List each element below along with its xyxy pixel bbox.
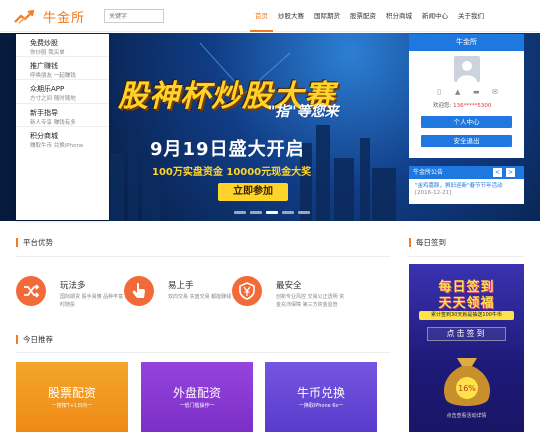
divider: [16, 256, 390, 257]
card-subtitle: 一低门槛操作一: [179, 403, 215, 409]
menu-item-desc: 方寸之间 随时随地: [30, 96, 76, 103]
advantage-title: 玩法多: [60, 281, 86, 291]
banner-prize: 100万实盘资金 10000元现金大奖: [152, 167, 312, 178]
main-nav: 首页 炒股大赛 国际期货 股票配资 积分商城 新闻中心 关于我们: [250, 0, 489, 32]
notice-text: "金鸡嘉豚，狮旧迎新"春节节年活动: [415, 183, 503, 189]
hand-pointer-icon: [124, 276, 154, 306]
notice-title: 牛金所公告: [413, 169, 444, 176]
card-title: 股票配资: [47, 386, 96, 400]
menu-item-title: 积分商城: [30, 131, 58, 140]
phone-label: 欢迎您:: [433, 103, 452, 109]
banner-subtitle: "指"等您来: [268, 104, 339, 120]
user-verify-icon[interactable]: ▲: [454, 88, 462, 96]
notice-next-button[interactable]: >: [506, 168, 515, 177]
logo-text: 牛金所: [43, 10, 86, 26]
nav-news[interactable]: 新闻中心: [417, 0, 453, 32]
card-coin-exchange[interactable]: 牛币兑换 一换取iPhone 6s一: [265, 362, 377, 432]
money-bag-icon: 16%: [443, 358, 491, 406]
shield-yen-icon: [232, 276, 262, 306]
nav-about[interactable]: 关于我们: [453, 0, 489, 32]
shuffle-icon: [16, 276, 46, 306]
banner-date: 9月19日盛大开启: [150, 139, 305, 160]
menu-item-desc: 你炒股 我买单: [30, 50, 65, 56]
nav-futures[interactable]: 国际期货: [309, 0, 345, 32]
user-icon: [457, 61, 477, 82]
advantage-desc: 创新专业风控 交易公正透明 资金充沛保障 第三方资金监管: [276, 294, 345, 308]
advantage-item: 最安全 创新专业风控 交易公正透明 资金充沛保障 第三方资金监管: [232, 276, 344, 316]
menu-item-title: 新手指导: [30, 108, 58, 117]
carousel-dot[interactable]: [250, 211, 262, 214]
card-subtitle: 一换取iPhone 6s一: [298, 403, 344, 409]
advantage-item: 玩法多 国际期货 股手易懂 品种丰富 随时随投: [16, 276, 130, 316]
notice-date: [2016-12-21]: [415, 190, 452, 196]
advantage-desc: 国际期货 股手易懂 品种丰富 随时随投: [60, 294, 130, 308]
card-foreign-margin[interactable]: 外盘配资 一低门槛操作一: [141, 362, 253, 432]
menu-item-title: 推广赚钱: [30, 62, 58, 71]
card-title: 外盘配资: [172, 386, 221, 400]
advantage-item: 易上手 双向交易 实盘交易 都能赚钱: [124, 276, 234, 316]
daily-sign-banner[interactable]: 每日签到 天天领福 累计签到30天就是抽送100牛币 点击签到 16% 点击查看…: [409, 264, 524, 432]
notice-box: 牛金所公告 < > "金鸡嘉豚，狮旧迎新"春节节年活动[2016-12-21]: [409, 166, 524, 204]
avatar: [454, 56, 480, 82]
advantage-title: 最安全: [276, 281, 302, 291]
search-input[interactable]: [104, 9, 164, 23]
menu-item-beginner-guide[interactable]: 新手指导 新人专享 赚钱有多: [16, 104, 109, 127]
join-now-button[interactable]: 立即参加: [218, 183, 288, 201]
user-phone: 欢迎您: 136*****5300: [433, 101, 491, 109]
carousel-dot[interactable]: [298, 211, 310, 214]
svg-text:16%: 16%: [458, 384, 476, 393]
carousel-dot[interactable]: [234, 211, 246, 214]
sign-strip: 累计签到30天就是抽送100牛币: [419, 311, 514, 320]
side-menu: 免费炒股 你炒股 我买单 推广赚钱 呼唤朋友 一起赚钱 众期乐APP 方寸之间 …: [16, 34, 109, 220]
daily-title: 每日签到: [409, 238, 446, 247]
advantage-title: 易上手: [168, 281, 194, 291]
menu-item-points-mall[interactable]: 积分商城 赚取牛币 兑换iPhone: [16, 127, 109, 150]
logo-icon: [14, 9, 35, 24]
menu-item-title: 众期乐APP: [30, 85, 65, 94]
menu-item-title: 免费炒股: [30, 39, 58, 47]
advantage-desc: 双向交易 实盘交易 都能赚钱: [168, 294, 232, 300]
logo[interactable]: 牛金所: [14, 6, 85, 26]
carousel-dot-active[interactable]: [266, 211, 278, 214]
notice-prev-button[interactable]: <: [493, 168, 502, 177]
menu-item-desc: 赚取牛币 兑换iPhone: [30, 142, 84, 149]
user-center-button[interactable]: 个人中心: [421, 116, 512, 128]
today-title: 今日推荐: [16, 335, 53, 344]
advantages-title: 平台优势: [16, 238, 53, 247]
sign-in-button[interactable]: 点击签到: [427, 327, 506, 341]
card-title: 牛币兑换: [296, 386, 345, 400]
divider: [16, 352, 390, 353]
user-panel-title: 牛金所: [409, 34, 524, 51]
carousel-dots: [234, 211, 310, 214]
nav-contest[interactable]: 炒股大赛: [273, 0, 309, 32]
menu-item-desc: 新人专享 赚钱有多: [30, 119, 76, 126]
divider: [409, 256, 524, 257]
nav-home[interactable]: 首页: [250, 0, 273, 32]
logout-button[interactable]: 安全退出: [421, 135, 512, 147]
card-stock-margin[interactable]: 股票配资 一按按T+1日内一: [16, 362, 128, 432]
sign-title-2: 天天领福: [438, 296, 495, 311]
email-icon[interactable]: ✉: [491, 88, 499, 96]
sign-details-link[interactable]: 点击查看活动详情: [409, 412, 524, 419]
nav-points-mall[interactable]: 积分商城: [381, 0, 417, 32]
bank-card-icon[interactable]: ▬: [472, 88, 480, 96]
phone-number: 136*****5300: [453, 103, 492, 109]
phone-icon[interactable]: ▯: [435, 88, 443, 96]
menu-item-referral[interactable]: 推广赚钱 呼唤朋友 一起赚钱: [16, 57, 109, 81]
menu-item-free-trade[interactable]: 免费炒股 你炒股 我买单: [16, 34, 109, 58]
carousel-dot[interactable]: [282, 211, 294, 214]
notice-item[interactable]: "金鸡嘉豚，狮旧迎新"春节节年活动[2016-12-21]: [409, 179, 524, 201]
menu-item-app[interactable]: 众期乐APP 方寸之间 随时随地: [16, 80, 109, 104]
menu-item-desc: 呼唤朋友 一起赚钱: [30, 73, 76, 80]
user-panel: 牛金所 ▯ ▲ ▬ ✉ 欢迎您: 136*****5300 个人中心 安全退出: [409, 34, 524, 158]
card-subtitle: 一按按T+1日内一: [51, 403, 93, 409]
nav-stock-margin[interactable]: 股票配资: [345, 0, 381, 32]
